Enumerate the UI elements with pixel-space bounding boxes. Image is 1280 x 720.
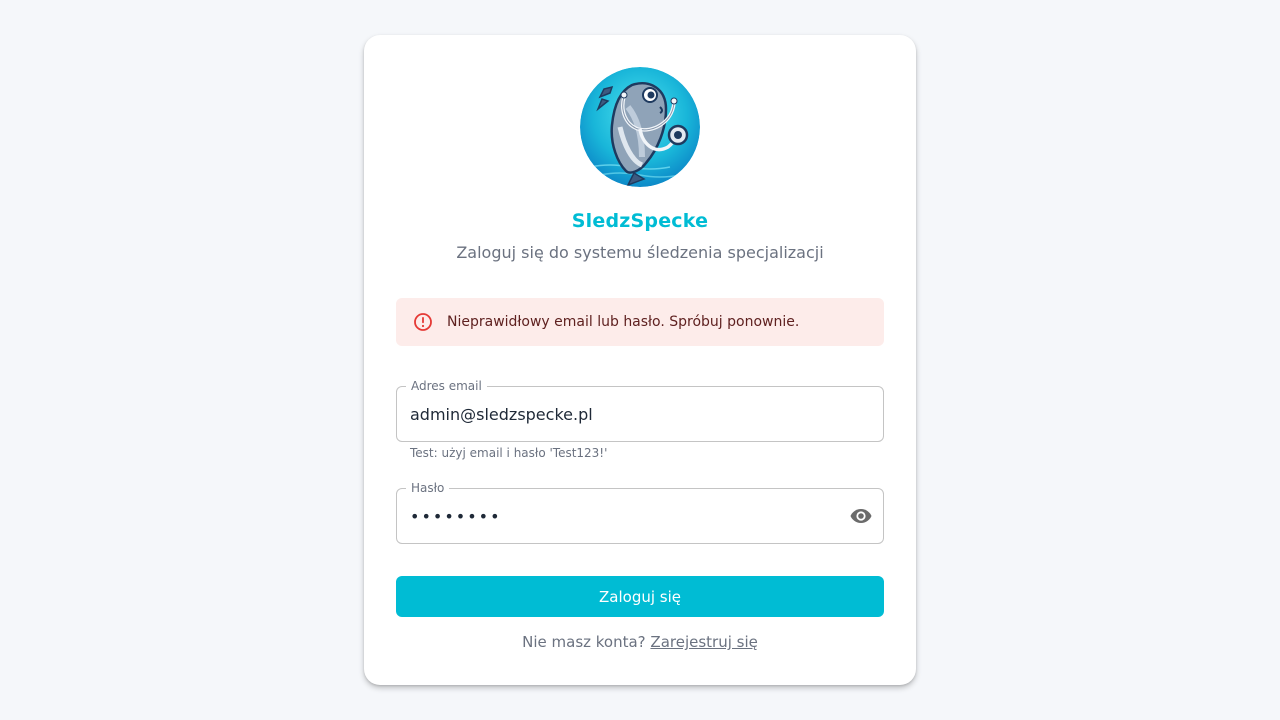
password-input[interactable]: •••••••• — [410, 489, 833, 543]
email-input[interactable] — [410, 387, 833, 441]
app-title: SledzSpecke — [571, 210, 709, 232]
email-helper-text: Test: użyj email i hasło 'Test123!' — [410, 446, 608, 460]
register-prompt: Nie masz konta? Zarejestruj się — [364, 633, 916, 651]
login-button[interactable]: Zaloguj się — [396, 576, 884, 617]
page-subtitle: Zaloguj się do systemu śledzenia specjal… — [456, 243, 824, 262]
eye-icon[interactable] — [848, 504, 874, 528]
fish-stethoscope-logo — [580, 67, 700, 187]
register-link[interactable]: Zarejestruj się — [650, 633, 757, 651]
error-circle-icon — [413, 312, 433, 332]
error-alert: Nieprawidłowy email lub hasło. Spróbuj p… — [396, 298, 884, 346]
password-field[interactable]: Hasło •••••••• — [396, 480, 884, 544]
register-prompt-text: Nie masz konta? — [522, 633, 646, 651]
login-card: SledzSpecke Zaloguj się do systemu śledz… — [364, 35, 916, 685]
error-message: Nieprawidłowy email lub hasło. Spróbuj p… — [447, 314, 800, 330]
email-field[interactable]: Adres email — [396, 378, 884, 442]
